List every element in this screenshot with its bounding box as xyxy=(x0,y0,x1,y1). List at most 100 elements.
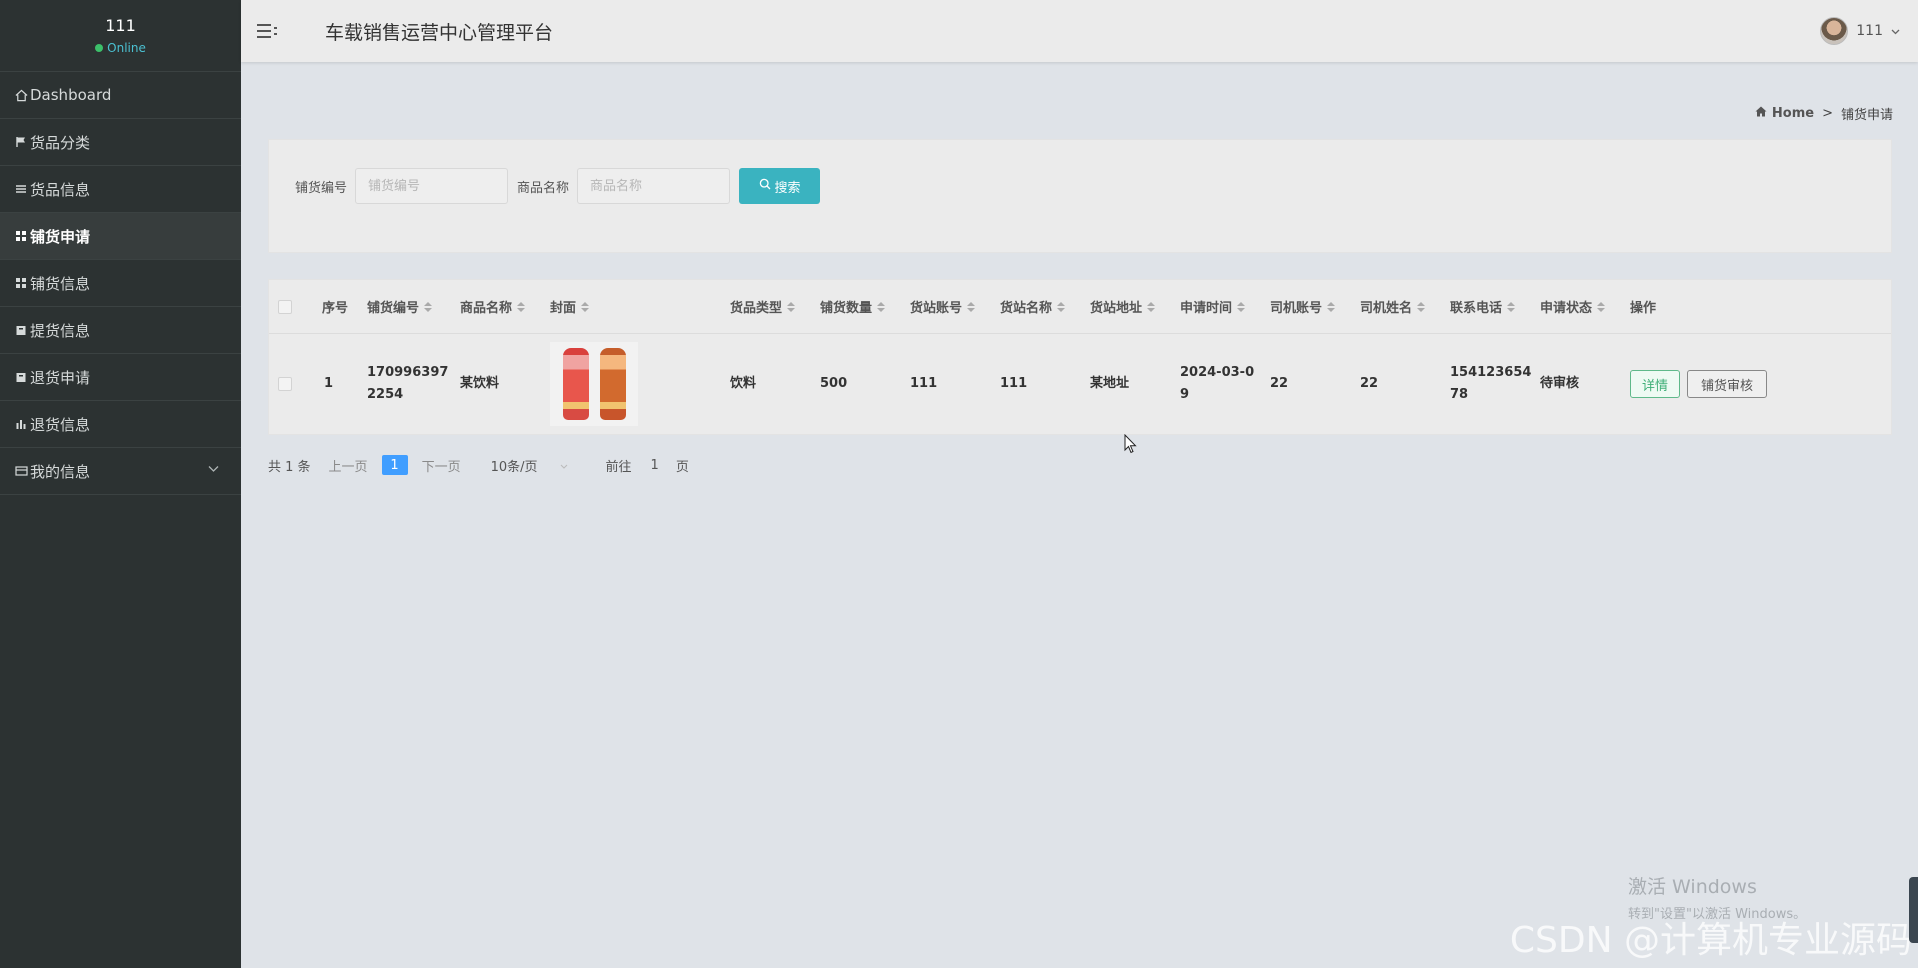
cell-actions: 详情 铺货审核 xyxy=(1630,334,1768,434)
cell-phone-line2: 78 xyxy=(1450,387,1469,402)
col-header-phone[interactable]: 联系电话 xyxy=(1450,280,1516,333)
col-header-station-account[interactable]: 货站账号 xyxy=(910,280,976,333)
mouse-cursor-icon xyxy=(1124,433,1137,458)
col-header-qty[interactable]: 铺货数量 xyxy=(820,280,886,333)
edge-handle[interactable] xyxy=(1909,877,1918,943)
stock-audit-button[interactable]: 铺货审核 xyxy=(1687,370,1768,398)
col-header-index: 序号 xyxy=(322,301,349,316)
cell-index: 1 xyxy=(324,376,334,391)
cell-station-account: 111 xyxy=(910,376,938,391)
row-checkbox[interactable] xyxy=(278,334,292,434)
sidebar-item-label: 退货申请 xyxy=(30,368,91,387)
col-header-label: 司机账号 xyxy=(1270,301,1323,316)
sidebar-item-stock-application[interactable]: 铺货申请 xyxy=(0,213,241,260)
cell-station-address: 某地址 xyxy=(1090,376,1130,391)
next-page-button[interactable]: 下一页 xyxy=(422,456,461,475)
cell-apply-time: 2024-03-0 9 xyxy=(1180,334,1254,434)
home-icon xyxy=(1755,106,1767,121)
product-name-label: 商品名称 xyxy=(517,180,570,196)
cell-code: 170996397 2254 xyxy=(367,334,448,434)
sort-icon[interactable] xyxy=(581,301,590,312)
breadcrumb: Home > 铺货申请 xyxy=(1755,104,1893,123)
sidebar-item-goods-info[interactable]: 货品信息 xyxy=(0,166,241,213)
cell-type: 饮料 xyxy=(730,376,757,391)
sidebar-item-return-info[interactable]: 退货信息 xyxy=(0,401,241,448)
col-header-driver-account[interactable]: 司机账号 xyxy=(1270,280,1336,333)
cell-status: 待审核 xyxy=(1540,376,1580,391)
sidebar-item-dashboard[interactable]: Dashboard xyxy=(0,72,241,119)
sort-icon[interactable] xyxy=(424,301,433,312)
goto-page-input[interactable]: 1 xyxy=(651,458,659,473)
user-menu-label: 111 xyxy=(1856,23,1883,39)
col-header-label: 商品名称 xyxy=(460,301,513,316)
breadcrumb-home[interactable]: Home xyxy=(1755,106,1814,121)
col-header-label: 铺货编号 xyxy=(367,301,420,316)
sidebar-item-stock-info[interactable]: 铺货信息 xyxy=(0,260,241,307)
online-dot-icon xyxy=(95,44,104,52)
sort-icon[interactable] xyxy=(1597,301,1606,312)
stock-code-label: 铺货编号 xyxy=(295,180,348,196)
sort-icon[interactable] xyxy=(1417,301,1426,312)
select-all-checkbox[interactable] xyxy=(278,280,292,333)
cell-apply-time-line2: 9 xyxy=(1180,387,1190,402)
windows-watermark-title: 激活 Windows xyxy=(1628,876,1757,898)
sidebar-item-goods-category[interactable]: 货品分类 xyxy=(0,119,241,166)
sort-icon[interactable] xyxy=(877,301,886,312)
col-header-type[interactable]: 货品类型 xyxy=(730,280,796,333)
sidebar-item-return-application[interactable]: 退货申请 xyxy=(0,354,241,401)
bar-chart-icon xyxy=(14,417,28,431)
sidebar-item-label: 退货信息 xyxy=(30,415,91,434)
sort-icon[interactable] xyxy=(1057,301,1066,312)
sort-icon[interactable] xyxy=(1147,301,1156,312)
page-number-button[interactable]: 1 xyxy=(381,455,408,475)
col-header-label: 货站地址 xyxy=(1090,301,1143,316)
sort-icon[interactable] xyxy=(787,301,796,312)
sidebar-item-pickup-info[interactable]: 提货信息 xyxy=(0,307,241,354)
sort-icon[interactable] xyxy=(967,301,976,312)
search-button[interactable]: 搜索 xyxy=(739,168,821,204)
detail-button[interactable]: 详情 xyxy=(1630,370,1681,398)
product-name-input[interactable] xyxy=(577,168,731,204)
col-header-station-name[interactable]: 货站名称 xyxy=(1000,280,1066,333)
sort-icon[interactable] xyxy=(1237,301,1246,312)
csdn-watermark: CSDN @计算机专业源码 xyxy=(1509,920,1912,961)
cell-cover xyxy=(550,334,638,434)
sort-icon[interactable] xyxy=(1327,301,1336,312)
avatar[interactable] xyxy=(1820,17,1849,45)
col-header-status[interactable]: 申请状态 xyxy=(1540,280,1606,333)
sidebar-item-label: 货品分类 xyxy=(30,133,91,152)
menu-toggle-icon[interactable] xyxy=(257,22,277,40)
user-menu[interactable]: 111 xyxy=(1820,17,1900,45)
sidebar-item-label: 提货信息 xyxy=(30,321,91,340)
col-header-apply-time[interactable]: 申请时间 xyxy=(1180,280,1246,333)
cell-qty: 500 xyxy=(820,376,848,391)
prev-page-button[interactable]: 上一页 xyxy=(329,456,368,475)
sidebar-item-label: 铺货信息 xyxy=(30,274,91,293)
col-header-station-address[interactable]: 货站地址 xyxy=(1090,280,1156,333)
cell-code-line2: 2254 xyxy=(367,387,404,402)
col-header-code[interactable]: 铺货编号 xyxy=(367,280,433,333)
sidebar-item-my-info[interactable]: 我的信息 xyxy=(0,448,241,495)
col-header-driver-name[interactable]: 司机姓名 xyxy=(1360,280,1426,333)
pagination: 共 1 条 上一页 1 下一页 10条/页 前往 1 页 xyxy=(268,453,689,477)
col-header-label: 货品类型 xyxy=(730,301,783,316)
top-header: 车载销售运营中心管理平台 111 xyxy=(241,0,1918,62)
product-cover-image[interactable] xyxy=(550,342,638,426)
col-header-label: 司机姓名 xyxy=(1360,301,1413,316)
goto-label: 前往 xyxy=(605,459,632,475)
bottle-image xyxy=(600,348,626,420)
box-icon xyxy=(14,370,28,384)
page-size-select[interactable]: 10条/页 xyxy=(491,456,568,475)
grid-icon xyxy=(14,229,28,243)
cell-code-line1: 170996397 xyxy=(367,365,449,380)
col-header-cover[interactable]: 封面 xyxy=(550,280,590,333)
sort-icon[interactable] xyxy=(1507,301,1516,312)
cell-driver-name: 22 xyxy=(1360,376,1379,391)
cell-phone: 154123654 78 xyxy=(1450,334,1531,434)
chevron-down-icon xyxy=(208,462,219,476)
sort-icon[interactable] xyxy=(517,301,526,312)
pagination-total: 共 1 条 xyxy=(268,459,311,475)
stock-code-input[interactable] xyxy=(355,168,509,204)
list-icon xyxy=(14,182,28,196)
col-header-name[interactable]: 商品名称 xyxy=(460,280,526,333)
